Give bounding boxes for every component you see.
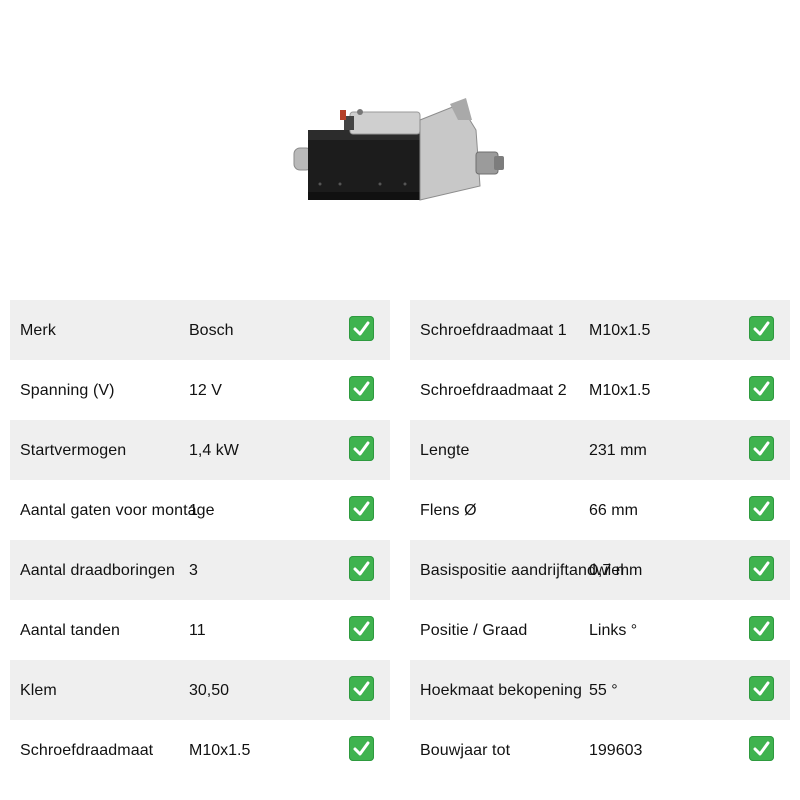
check-mark-icon xyxy=(749,676,774,701)
check-mark-icon xyxy=(349,736,374,761)
check-mark-icon xyxy=(349,676,374,701)
check-mark-icon xyxy=(349,316,374,341)
spec-row-aantal-tanden: Aantal tanden 11 xyxy=(10,600,390,660)
spec-label: Merk xyxy=(20,322,56,339)
spec-label: Positie / Graad xyxy=(420,622,528,639)
spec-row-hoekmaat: Hoekmaat bekopening 55 ° xyxy=(410,660,790,720)
check-mark-icon xyxy=(349,376,374,401)
starter-motor-image xyxy=(293,98,504,201)
spec-label: Startvermogen xyxy=(20,442,127,459)
spec-row-flens: Flens Ø 66 mm xyxy=(410,480,790,540)
spec-value: 1 xyxy=(189,502,198,519)
check-mark-icon xyxy=(749,376,774,401)
spec-row-lengte: Lengte 231 mm xyxy=(410,420,790,480)
check-mark-icon xyxy=(749,616,774,641)
spec-row-spanning: Spanning (V) 12 V xyxy=(10,360,390,420)
check-mark-icon xyxy=(349,496,374,521)
spec-label: Hoekmaat bekopening xyxy=(420,682,583,699)
check-mark-icon xyxy=(749,736,774,761)
spec-row-basispositie: Basispositie aandrijftandwiel 0,7 mm xyxy=(410,540,790,600)
spec-label: Schroefdraadmaat 1 xyxy=(420,322,567,339)
spec-value: 3 xyxy=(189,562,198,579)
spec-row-schroefdraadmaat-1: Schroefdraadmaat 1 M10x1.5 xyxy=(410,300,790,360)
check-mark-icon xyxy=(749,316,774,341)
spec-value: Bosch xyxy=(189,322,234,339)
spec-label: Aantal gaten voor montage xyxy=(20,502,215,519)
spec-row-aantal-gaten: Aantal gaten voor montage 1 xyxy=(10,480,390,540)
spec-value: 55 ° xyxy=(589,682,618,699)
spec-value: M10x1.5 xyxy=(589,322,651,339)
spec-value: M10x1.5 xyxy=(589,382,651,399)
spec-row-bouwjaar-tot: Bouwjaar tot 199603 xyxy=(410,720,790,780)
spec-value: M10x1.5 xyxy=(189,742,251,759)
spec-row-schroefdraadmaat-2: Schroefdraadmaat 2 M10x1.5 xyxy=(410,360,790,420)
spec-label: Klem xyxy=(20,682,57,699)
spec-row-draadboringen: Aantal draadboringen 3 xyxy=(10,540,390,600)
spec-label: Flens Ø xyxy=(420,502,477,519)
spec-value: 231 mm xyxy=(589,442,647,459)
spec-label: Lengte xyxy=(420,442,470,459)
spec-value: 30,50 xyxy=(189,682,230,699)
spec-value: 66 mm xyxy=(589,502,638,519)
spec-value: 199603 xyxy=(589,742,643,759)
check-mark-icon xyxy=(749,556,774,581)
spec-table-right: Schroefdraadmaat 1 M10x1.5 Schroefdraadm… xyxy=(410,300,790,780)
check-mark-icon xyxy=(349,436,374,461)
spec-value: Links ° xyxy=(589,622,638,639)
product-image xyxy=(280,90,520,210)
spec-label: Schroefdraadmaat xyxy=(20,742,154,759)
spec-row-merk: Merk Bosch xyxy=(10,300,390,360)
spec-value: 0,7 mm xyxy=(589,562,643,579)
check-mark-icon xyxy=(749,436,774,461)
spec-label: Spanning (V) xyxy=(20,382,115,399)
check-mark-icon xyxy=(349,556,374,581)
spec-row-schroefdraadmaat: Schroefdraadmaat M10x1.5 xyxy=(10,720,390,780)
spec-row-positie-graad: Positie / Graad Links ° xyxy=(410,600,790,660)
spec-row-startvermogen: Startvermogen 1,4 kW xyxy=(10,420,390,480)
spec-table-left: Merk Bosch Spanning (V) 12 V Startvermog… xyxy=(10,300,390,780)
spec-value: 1,4 kW xyxy=(189,442,239,459)
spec-label: Schroefdraadmaat 2 xyxy=(420,382,567,399)
spec-label: Bouwjaar tot xyxy=(420,742,511,759)
spec-label: Aantal tanden xyxy=(20,622,121,639)
spec-label: Aantal draadboringen xyxy=(20,562,176,579)
spec-row-klem: Klem 30,50 xyxy=(10,660,390,720)
check-mark-icon xyxy=(749,496,774,521)
spec-value: 11 xyxy=(189,622,206,639)
spec-value: 12 V xyxy=(189,382,222,399)
check-mark-icon xyxy=(349,616,374,641)
